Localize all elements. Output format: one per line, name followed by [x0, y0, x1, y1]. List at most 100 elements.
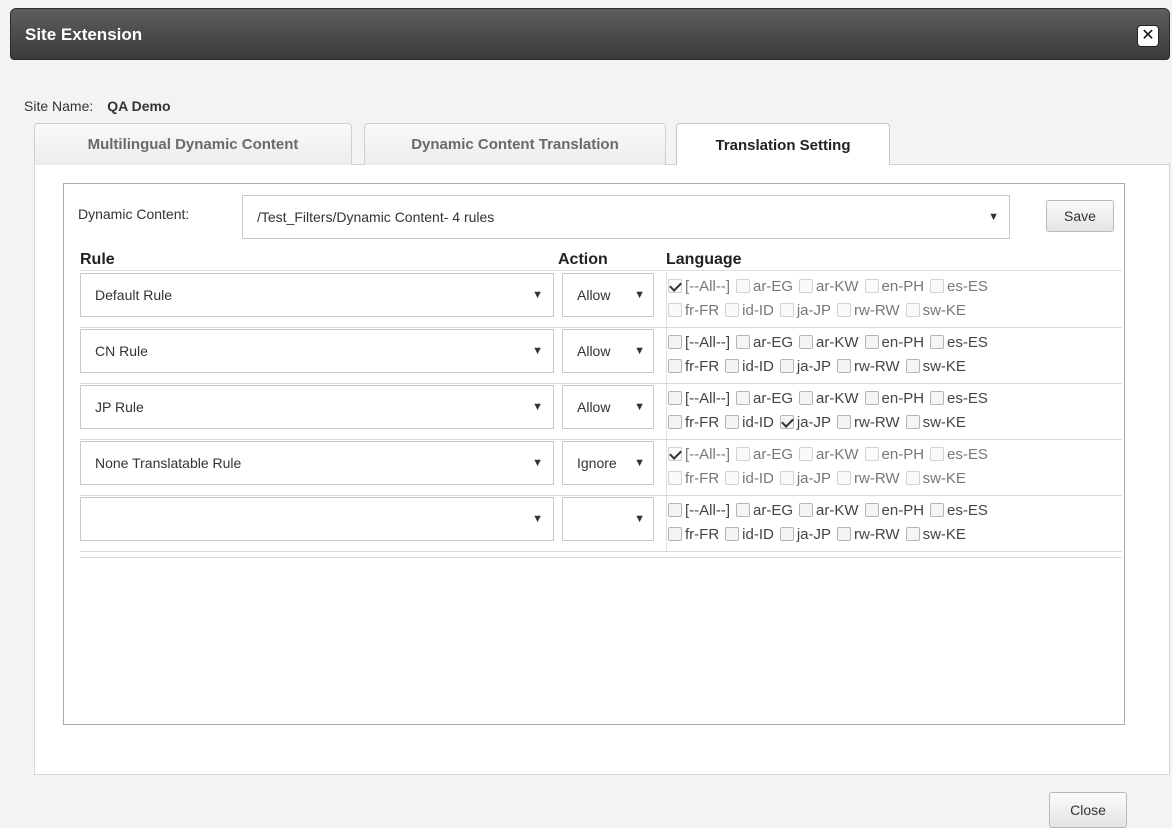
language-checkbox[interactable]: sw-KE: [905, 302, 966, 319]
tab-multilingual-dynamic-content[interactable]: Multilingual Dynamic Content: [34, 123, 352, 165]
language-checkbox[interactable]: fr-FR: [668, 358, 719, 375]
language-checkbox[interactable]: es-ES: [930, 390, 988, 407]
checkbox-box[interactable]: [668, 335, 682, 349]
action-select[interactable]: Allow ▼: [562, 329, 654, 373]
language-checkbox[interactable]: es-ES: [930, 334, 988, 351]
checkbox-box[interactable]: [736, 447, 750, 461]
language-checkbox[interactable]: en-PH: [864, 502, 924, 519]
checkbox-box[interactable]: [736, 391, 750, 405]
checkbox-box[interactable]: [736, 335, 750, 349]
language-checkbox[interactable]: id-ID: [725, 358, 774, 375]
language-checkbox[interactable]: id-ID: [725, 414, 774, 431]
checkbox-box[interactable]: [905, 359, 920, 373]
action-select[interactable]: ▼: [562, 497, 654, 541]
language-checkbox[interactable]: ar-KW: [799, 502, 859, 519]
checkbox-box[interactable]: [837, 359, 852, 373]
checkbox-box[interactable]: [799, 279, 814, 293]
checkbox-box[interactable]: [837, 471, 852, 485]
language-checkbox[interactable]: ja-JP: [779, 526, 831, 543]
checkbox-box[interactable]: [864, 447, 879, 461]
checkbox-box[interactable]: [668, 279, 682, 293]
rule-select[interactable]: ▼: [80, 497, 554, 541]
language-checkbox[interactable]: ar-EG: [736, 390, 793, 407]
language-checkbox[interactable]: en-PH: [864, 446, 924, 463]
language-checkbox[interactable]: [--All--]: [668, 502, 730, 519]
checkbox-box[interactable]: [725, 471, 740, 485]
checkbox-box[interactable]: [736, 503, 750, 517]
language-checkbox[interactable]: ja-JP: [779, 470, 831, 487]
checkbox-box[interactable]: [668, 359, 682, 373]
checkbox-box[interactable]: [864, 391, 879, 405]
checkbox-box[interactable]: [799, 447, 814, 461]
checkbox-box[interactable]: [799, 503, 814, 517]
language-checkbox[interactable]: [--All--]: [668, 390, 730, 407]
language-checkbox[interactable]: rw-RW: [837, 470, 900, 487]
language-checkbox[interactable]: ar-KW: [799, 446, 859, 463]
checkbox-box[interactable]: [668, 471, 682, 485]
language-checkbox[interactable]: ar-EG: [736, 278, 793, 295]
language-checkbox[interactable]: en-PH: [864, 390, 924, 407]
checkbox-box[interactable]: [930, 279, 945, 293]
language-checkbox[interactable]: [--All--]: [668, 334, 730, 351]
checkbox-box[interactable]: [799, 391, 814, 405]
action-select[interactable]: Ignore ▼: [562, 441, 654, 485]
tab-translation-setting[interactable]: Translation Setting: [676, 123, 890, 166]
language-checkbox[interactable]: ar-EG: [736, 502, 793, 519]
close-button[interactable]: Close: [1049, 792, 1127, 828]
language-checkbox[interactable]: ar-EG: [736, 334, 793, 351]
checkbox-box[interactable]: [779, 527, 794, 541]
checkbox-box[interactable]: [905, 471, 920, 485]
checkbox-box[interactable]: [779, 415, 794, 429]
checkbox-box[interactable]: [799, 335, 814, 349]
language-checkbox[interactable]: fr-FR: [668, 414, 719, 431]
checkbox-box[interactable]: [725, 415, 740, 429]
checkbox-box[interactable]: [668, 391, 682, 405]
checkbox-box[interactable]: [905, 303, 920, 317]
language-checkbox[interactable]: id-ID: [725, 526, 774, 543]
language-checkbox[interactable]: ar-KW: [799, 390, 859, 407]
checkbox-box[interactable]: [930, 503, 945, 517]
action-select[interactable]: Allow ▼: [562, 273, 654, 317]
close-icon[interactable]: ✕: [1137, 25, 1159, 47]
checkbox-box[interactable]: [779, 471, 794, 485]
language-checkbox[interactable]: en-PH: [864, 278, 924, 295]
language-checkbox[interactable]: rw-RW: [837, 358, 900, 375]
rule-select[interactable]: JP Rule ▼: [80, 385, 554, 429]
action-select[interactable]: Allow ▼: [562, 385, 654, 429]
language-checkbox[interactable]: fr-FR: [668, 526, 719, 543]
language-checkbox[interactable]: ar-EG: [736, 446, 793, 463]
checkbox-box[interactable]: [864, 335, 879, 349]
checkbox-box[interactable]: [905, 415, 920, 429]
language-checkbox[interactable]: sw-KE: [905, 414, 966, 431]
checkbox-box[interactable]: [668, 447, 682, 461]
language-checkbox[interactable]: ja-JP: [779, 414, 831, 431]
language-checkbox[interactable]: sw-KE: [905, 526, 966, 543]
language-checkbox[interactable]: ja-JP: [779, 358, 831, 375]
language-checkbox[interactable]: ja-JP: [779, 302, 831, 319]
language-checkbox[interactable]: sw-KE: [905, 470, 966, 487]
language-checkbox[interactable]: fr-FR: [668, 470, 719, 487]
checkbox-box[interactable]: [837, 415, 852, 429]
checkbox-box[interactable]: [668, 303, 682, 317]
language-checkbox[interactable]: [--All--]: [668, 278, 730, 295]
language-checkbox[interactable]: es-ES: [930, 446, 988, 463]
language-checkbox[interactable]: rw-RW: [837, 302, 900, 319]
language-checkbox[interactable]: id-ID: [725, 302, 774, 319]
rule-select[interactable]: Default Rule ▼: [80, 273, 554, 317]
language-checkbox[interactable]: es-ES: [930, 502, 988, 519]
language-checkbox[interactable]: ar-KW: [799, 278, 859, 295]
checkbox-box[interactable]: [779, 303, 794, 317]
checkbox-box[interactable]: [668, 527, 682, 541]
checkbox-box[interactable]: [779, 359, 794, 373]
dynamic-content-select[interactable]: /Test_Filters/Dynamic Content- 4 rules ▼: [242, 195, 1010, 239]
tab-dynamic-content-translation[interactable]: Dynamic Content Translation: [364, 123, 666, 165]
checkbox-box[interactable]: [736, 279, 750, 293]
checkbox-box[interactable]: [905, 527, 920, 541]
checkbox-box[interactable]: [930, 335, 945, 349]
checkbox-box[interactable]: [725, 303, 740, 317]
rule-select[interactable]: CN Rule ▼: [80, 329, 554, 373]
language-checkbox[interactable]: rw-RW: [837, 526, 900, 543]
language-checkbox[interactable]: id-ID: [725, 470, 774, 487]
checkbox-box[interactable]: [668, 415, 682, 429]
checkbox-box[interactable]: [864, 503, 879, 517]
